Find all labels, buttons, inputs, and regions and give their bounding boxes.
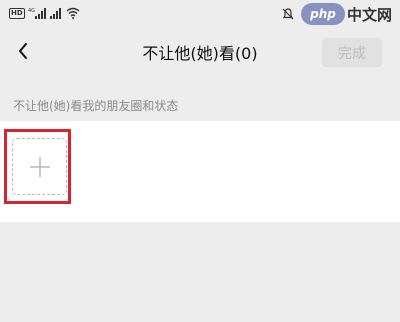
plus-icon [29,156,50,177]
wifi-icon [66,7,80,19]
nav-bar: 不让他(她)看(0) 完成 [0,28,400,76]
signal-4g-icon: 4G [28,8,46,19]
php-logo: php [300,3,345,25]
add-member-button[interactable] [12,138,67,195]
php-watermark: php 中文网 [300,3,392,25]
do-not-disturb-icon [282,8,294,20]
section-label: 不让他(她)看我的朋友圈和状态 [13,99,179,113]
done-button[interactable]: 完成 [322,38,382,67]
status-icons-left: HD 4G [9,6,80,20]
signal-icon [49,8,61,19]
status-bar: HD 4G php 中文网 [0,0,400,28]
svg-text:4G: 4G [28,8,35,14]
hd-badge: HD [9,7,25,19]
watermark-text: 中文网 [346,5,392,24]
status-icons-right: php 中文网 [281,0,400,28]
